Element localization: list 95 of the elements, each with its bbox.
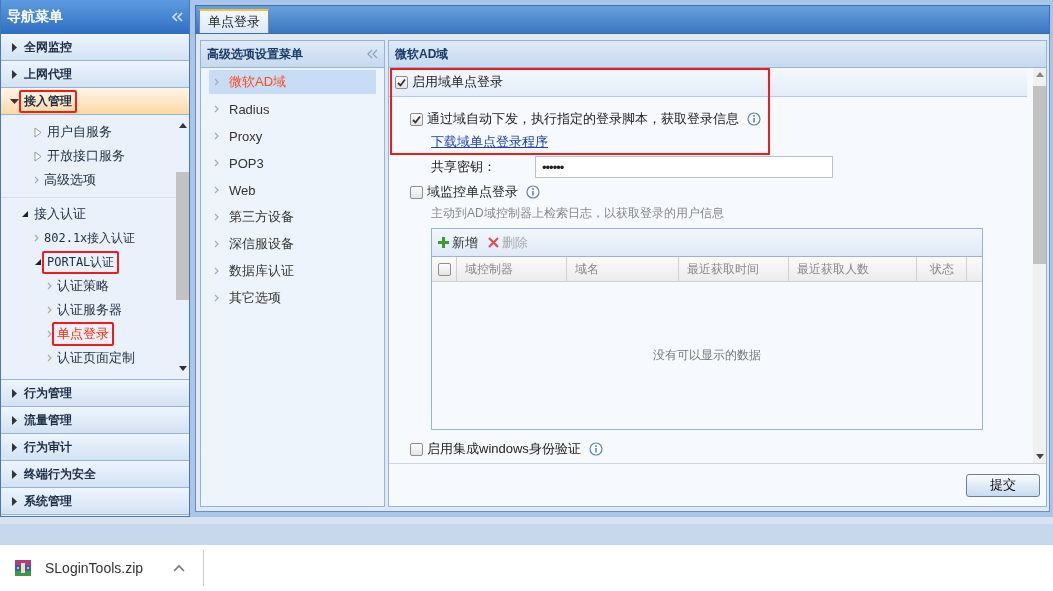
file-name[interactable]: SLoginTools.zip xyxy=(45,560,173,576)
hint-text: 主动到AD域控制器上检索日志，以获取登录的用户信息 xyxy=(431,204,724,222)
checkbox[interactable] xyxy=(410,442,423,456)
chevron-icon xyxy=(47,282,52,290)
scroll-up-icon[interactable] xyxy=(178,123,187,128)
submit-button[interactable]: 提交 xyxy=(966,473,1040,497)
collapsed-icon[interactable] xyxy=(34,126,42,138)
scroll-down-icon[interactable] xyxy=(1035,454,1044,459)
info-icon[interactable] xyxy=(526,185,540,199)
submenu-item[interactable]: POP3 xyxy=(209,151,376,175)
caret-right-icon xyxy=(10,42,19,52)
info-icon[interactable] xyxy=(747,112,761,126)
caret-right-icon xyxy=(10,442,19,452)
chevron-icon xyxy=(214,78,219,86)
submenu-item[interactable]: 第三方设备 xyxy=(209,205,376,229)
tree-item[interactable]: 认证服务器 xyxy=(57,301,122,319)
nav-section-label: 系统管理 xyxy=(24,492,72,510)
submenu-item[interactable]: 数据库认证 xyxy=(209,259,376,283)
tree-item[interactable]: 用户自服务 xyxy=(47,123,112,141)
sidebar-title: 导航菜单 xyxy=(7,8,63,26)
panel-title: 微软AD域 xyxy=(395,45,449,63)
submenu-item[interactable]: Radius xyxy=(209,97,376,121)
tree-item[interactable]: 高级选项 xyxy=(44,171,96,189)
toolbar-button[interactable]: 新增 xyxy=(438,233,478,252)
chevron-icon xyxy=(47,306,52,314)
submenu-item[interactable]: 深信服设备 xyxy=(209,232,376,256)
nav-section[interactable]: 上网代理 xyxy=(1,61,189,88)
caret-right-icon xyxy=(10,415,19,425)
caret-up-icon[interactable] xyxy=(173,564,185,572)
select-all-checkbox[interactable] xyxy=(437,262,451,276)
nav-section-label: 上网代理 xyxy=(24,65,72,83)
caret-down-icon xyxy=(10,96,19,106)
collapse-icon[interactable] xyxy=(366,49,378,59)
tab[interactable]: 单点登录 xyxy=(199,9,269,33)
caret-right-icon xyxy=(10,388,19,398)
checkbox[interactable] xyxy=(410,112,423,126)
checkbox-label: 通过域自动下发，执行指定的登录脚本，获取登录信息 xyxy=(427,110,739,128)
nav-section-label: 终端行为安全 xyxy=(24,465,96,483)
chevron-icon xyxy=(47,354,52,362)
scrollbar[interactable] xyxy=(1033,68,1046,463)
checkbox[interactable] xyxy=(410,185,423,199)
nav-section[interactable]: 终端行为安全 xyxy=(1,461,189,488)
nav-section[interactable]: 全网监控 xyxy=(1,34,189,61)
submenu-item[interactable]: Web xyxy=(209,178,376,202)
caret-right-icon xyxy=(10,69,19,79)
plus-icon xyxy=(438,237,449,248)
chevron-icon xyxy=(214,159,219,167)
nav-section-label: 接入管理 xyxy=(24,92,72,110)
scroll-down-icon[interactable] xyxy=(178,366,187,371)
chevron-icon xyxy=(214,105,219,113)
cross-icon xyxy=(488,237,499,248)
collapsed-icon[interactable] xyxy=(34,150,42,162)
nav-section[interactable]: 流量管理 xyxy=(1,407,189,434)
tree-item[interactable]: 接入认证 xyxy=(34,205,86,223)
checkbox-label: 启用集成windows身份验证 xyxy=(427,440,581,458)
nav-section-label: 流量管理 xyxy=(24,411,72,429)
nav-section-label: 全网监控 xyxy=(24,38,72,56)
nav-section-label: 行为审计 xyxy=(24,438,72,456)
chevron-icon xyxy=(214,267,219,275)
caret-right-icon xyxy=(10,496,19,506)
nav-section[interactable]: 接入管理 xyxy=(1,88,189,115)
nav-section[interactable]: 行为管理 xyxy=(1,380,189,407)
tree-item[interactable]: 认证页面定制 xyxy=(57,349,135,367)
field-label: 共享密钥： xyxy=(431,158,497,176)
chevron-icon xyxy=(214,132,219,140)
expanded-icon[interactable] xyxy=(21,210,29,218)
nav-section[interactable]: 系统管理 xyxy=(1,488,189,515)
password-field[interactable]: •••••• xyxy=(535,156,833,178)
scrollbar-thumb[interactable] xyxy=(176,172,189,300)
nav-section[interactable]: 行为审计 xyxy=(1,434,189,461)
chevron-icon xyxy=(34,176,39,184)
tree-item[interactable]: 开放接口服务 xyxy=(47,147,125,165)
checkbox-label: 启用域单点登录 xyxy=(412,73,503,91)
download-link[interactable]: 下载域单点登录程序 xyxy=(431,133,548,151)
panel-title: 高级选项设置菜单 xyxy=(207,45,303,63)
scrollbar-thumb[interactable] xyxy=(1033,86,1046,264)
checkbox-label: 域监控单点登录 xyxy=(427,183,518,201)
archive-icon xyxy=(15,560,31,576)
chevron-icon xyxy=(47,330,52,338)
chevron-icon xyxy=(214,240,219,248)
info-icon[interactable] xyxy=(588,442,603,456)
chevron-icon xyxy=(214,294,219,302)
empty-message: 没有可以显示的数据 xyxy=(653,347,761,364)
tree-item[interactable]: 认证策略 xyxy=(57,277,109,295)
tree-item[interactable]: PORTAL认证 xyxy=(47,253,115,271)
tree-item[interactable]: 802.1x接入认证 xyxy=(44,229,136,247)
chevron-icon xyxy=(34,234,39,242)
submenu-item[interactable]: 其它选项 xyxy=(209,286,376,310)
checkbox[interactable] xyxy=(395,75,408,89)
caret-right-icon xyxy=(10,469,19,479)
chevron-icon xyxy=(214,213,219,221)
nav-section-label: 行为管理 xyxy=(24,384,72,402)
submenu-item[interactable]: Proxy xyxy=(209,124,376,148)
expanded-icon[interactable] xyxy=(34,258,42,266)
chevron-icon xyxy=(214,186,219,194)
